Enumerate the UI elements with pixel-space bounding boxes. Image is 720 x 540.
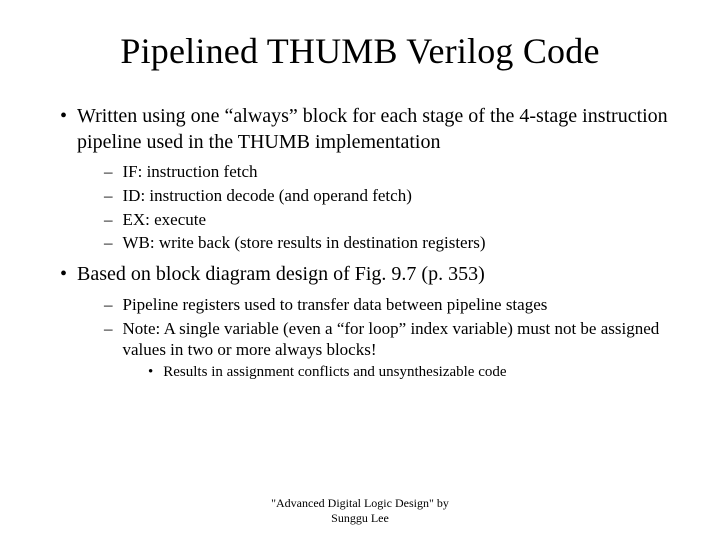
footer-line: Sunggu Lee (0, 511, 720, 526)
bullet-subitem: – WB: write back (store results in desti… (104, 232, 672, 254)
dash-marker: – (104, 185, 113, 207)
bullet-marker: • (60, 262, 67, 288)
dash-marker: – (104, 318, 113, 340)
bullet-text: ID: instruction decode (and operand fetc… (123, 185, 412, 207)
bullet-subitem: – EX: execute (104, 209, 672, 231)
bullet-subitem: – ID: instruction decode (and operand fe… (104, 185, 672, 207)
bullet-text: Note: A single variable (even a “for loo… (123, 318, 673, 362)
slide-footer: "Advanced Digital Logic Design" by Sungg… (0, 496, 720, 526)
bullet-subsubitem: • Results in assignment conflicts and un… (148, 363, 672, 382)
bullet-text: WB: write back (store results in destina… (123, 232, 486, 254)
dash-marker: – (104, 232, 113, 254)
bullet-marker: • (60, 104, 67, 130)
bullet-marker: • (148, 363, 153, 382)
dash-marker: – (104, 161, 113, 183)
bullet-subitem: – Note: A single variable (even a “for l… (104, 318, 672, 362)
dash-marker: – (104, 209, 113, 231)
bullet-text: Written using one “always” block for eac… (77, 104, 672, 155)
bullet-subitem: – Pipeline registers used to transfer da… (104, 294, 672, 316)
bullet-text: EX: execute (123, 209, 207, 231)
bullet-text: Pipeline registers used to transfer data… (123, 294, 548, 316)
bullet-text: IF: instruction fetch (123, 161, 258, 183)
slide-title: Pipelined THUMB Verilog Code (48, 30, 672, 72)
slide-body: Pipelined THUMB Verilog Code • Written u… (0, 0, 720, 382)
bullet-text: Results in assignment conflicts and unsy… (163, 363, 506, 382)
bullet-text: Based on block diagram design of Fig. 9.… (77, 262, 485, 288)
bullet-subitem: – IF: instruction fetch (104, 161, 672, 183)
bullet-item: • Based on block diagram design of Fig. … (60, 262, 672, 288)
dash-marker: – (104, 294, 113, 316)
footer-line: "Advanced Digital Logic Design" by (0, 496, 720, 511)
bullet-item: • Written using one “always” block for e… (60, 104, 672, 155)
